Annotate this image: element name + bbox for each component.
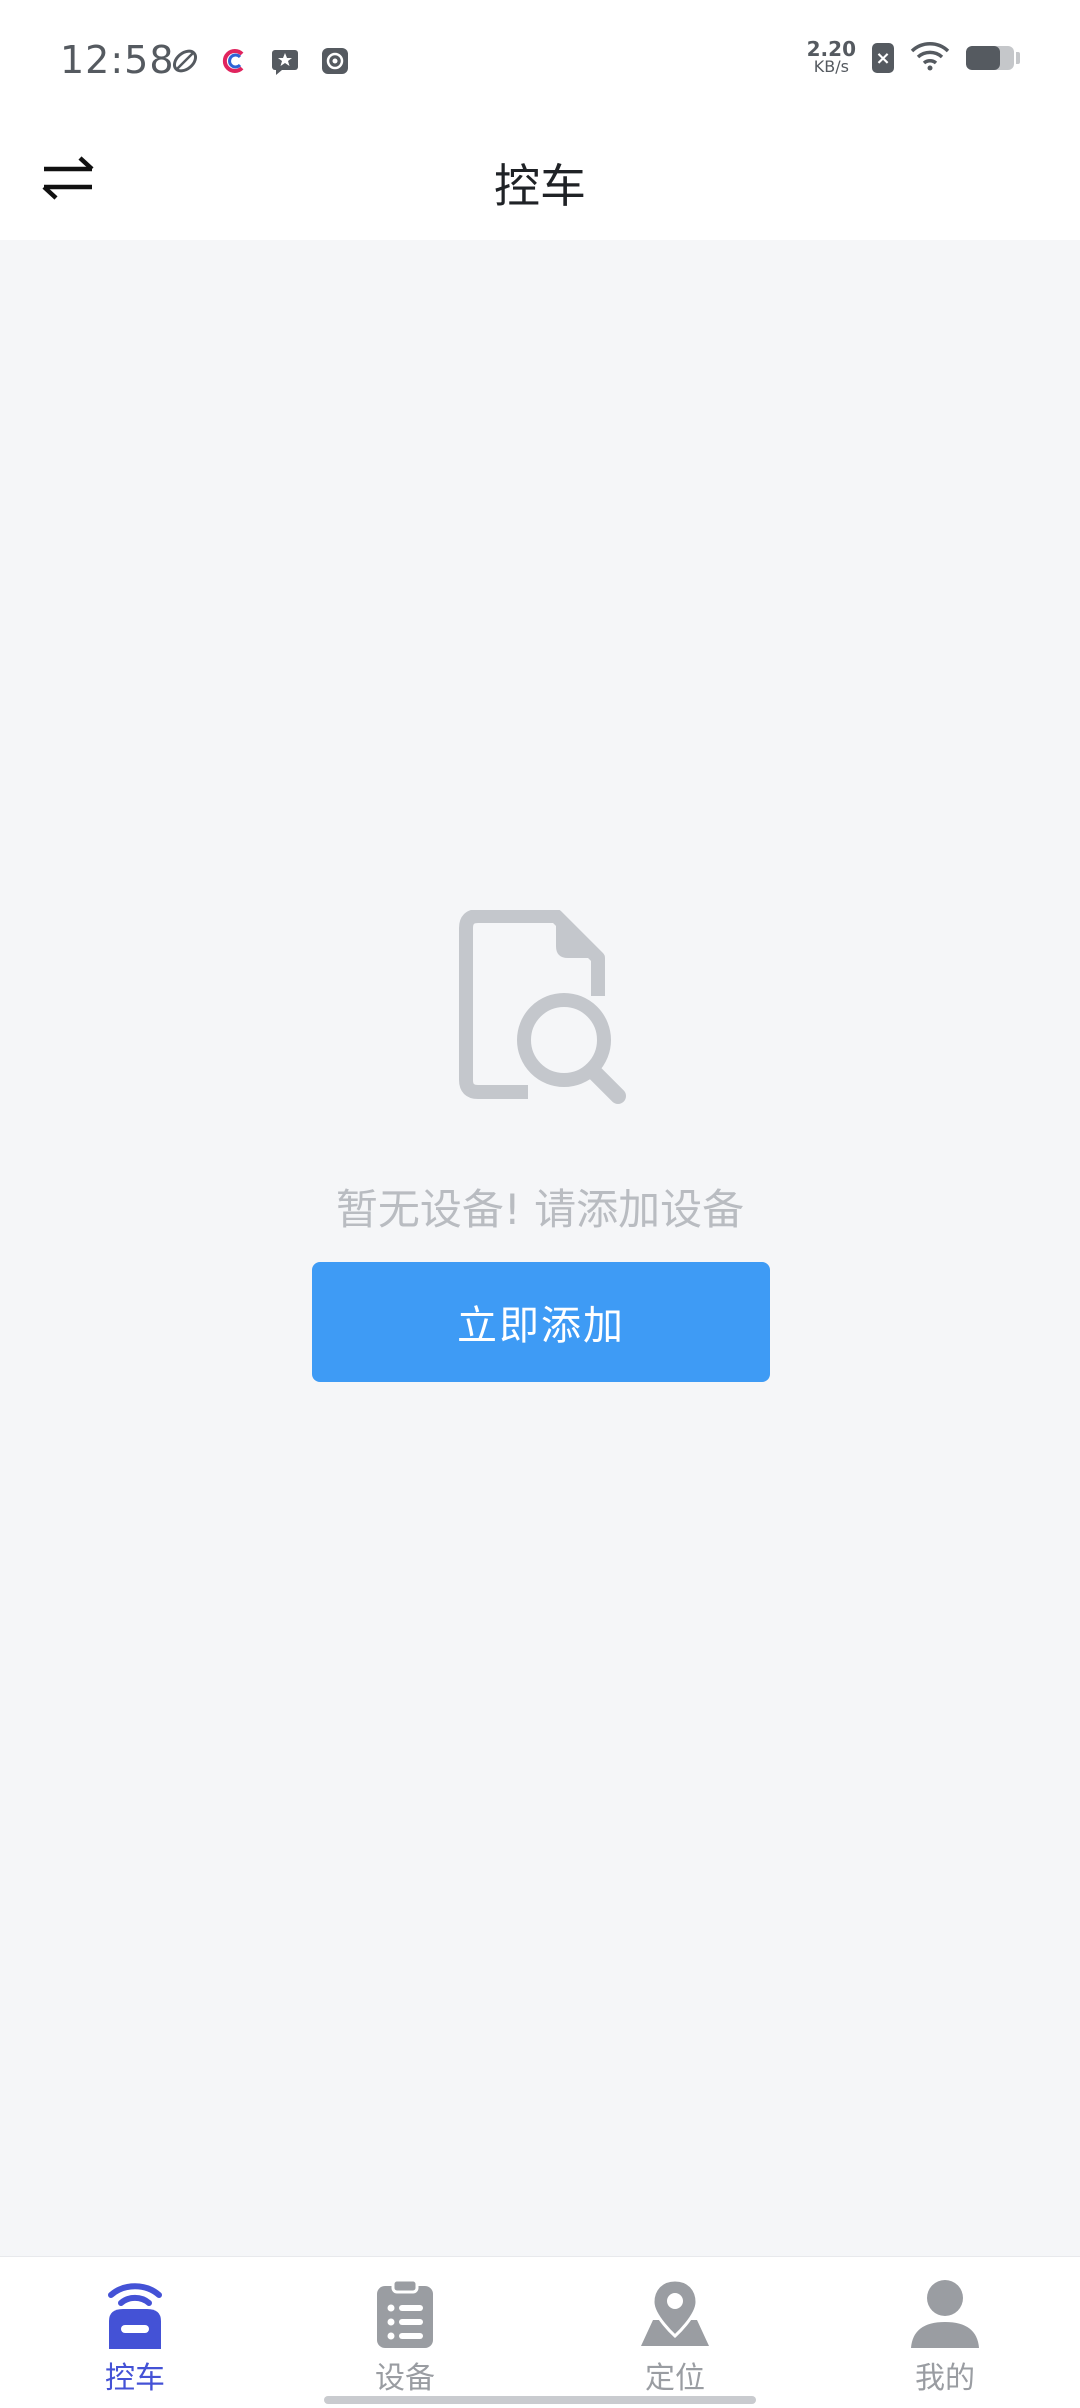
battery-cap (1016, 52, 1020, 64)
add-device-button[interactable]: 立即添加 (312, 1262, 770, 1382)
page-title: 控车 (494, 159, 586, 213)
nav-item-profile[interactable]: 我的 (810, 2257, 1080, 2408)
nav-label-control: 控车 (105, 2361, 165, 2396)
leaf-app-icon (170, 46, 200, 76)
home-indicator[interactable] (324, 2396, 756, 2404)
nav-item-control[interactable]: 控车 (0, 2257, 270, 2408)
empty-state-message: 暂无设备! 请添加设备 (335, 1185, 745, 1234)
network-speed-unit: KB/s (813, 57, 849, 76)
no-sim-icon: × (872, 43, 894, 73)
app-header: 控车 (0, 120, 1080, 240)
star-message-icon (270, 46, 300, 76)
nav-item-location[interactable]: 定位 (540, 2257, 810, 2408)
status-time: 12:58 (60, 38, 175, 82)
c-app-icon (220, 46, 250, 76)
network-speed: 2.20 KB/s (806, 37, 856, 76)
app-screen: 12:58 2.20 KB/s × 控车 暂无设备! 请添加设备 立即添加 控车… (0, 0, 1080, 2408)
battery-icon (966, 46, 1014, 70)
document-search-icon (452, 909, 632, 1110)
network-speed-value: 2.20 (806, 37, 856, 61)
user-icon (909, 2275, 981, 2351)
wifi-icon (910, 41, 950, 75)
nav-item-device[interactable]: 设备 (270, 2257, 540, 2408)
settings-app-icon (320, 46, 350, 76)
status-bar: 12:58 2.20 KB/s × (0, 0, 1080, 120)
battery-fill (966, 46, 1000, 70)
bottom-nav: 控车 设备 定位 我的 (0, 2256, 1080, 2408)
car-remote-icon (99, 2275, 171, 2351)
nav-label-device: 设备 (375, 2361, 435, 2396)
map-pin-icon (639, 2275, 711, 2351)
clipboard-list-icon (369, 2275, 441, 2351)
nav-label-profile: 我的 (915, 2361, 975, 2396)
status-right: 2.20 KB/s × (806, 37, 1020, 76)
nav-label-location: 定位 (645, 2361, 705, 2396)
notification-icons (170, 46, 350, 76)
